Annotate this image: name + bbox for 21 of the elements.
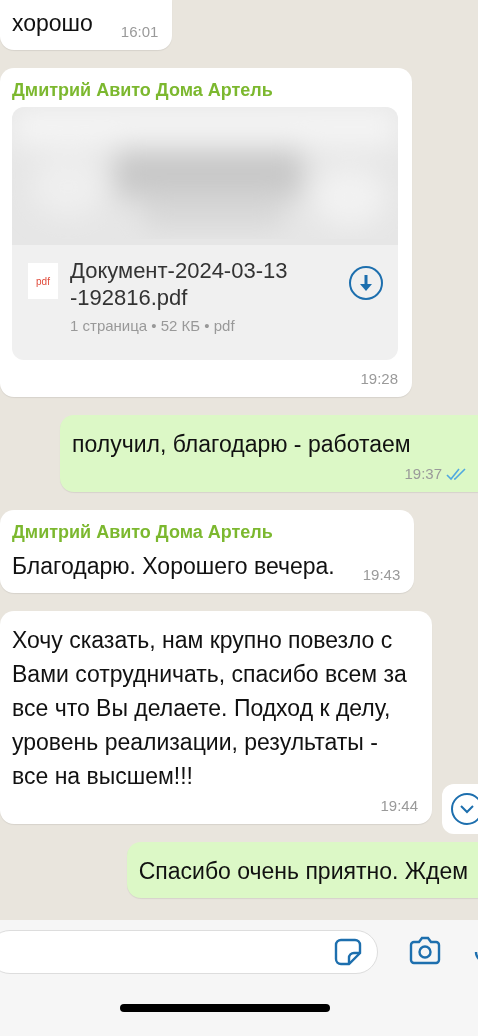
file-name: Документ-2024-03-13 -192816.pdf (70, 257, 289, 311)
message-time: 19:43 (362, 566, 401, 583)
file-meta: 1 страница • 52 КБ • pdf (70, 317, 236, 334)
message-text: Хочу сказать, нам крупно повезло с Вами сотрудничать, спасибо всем за все что Вы делаете. Подход к делу, уровень реализации, результаты - все на высшем!!! (12, 626, 408, 791)
download-icon[interactable] (348, 265, 384, 301)
message-time: 19:44 (380, 797, 418, 814)
message-text: Благодарю. Хорошего вечера. (12, 552, 335, 581)
message-time: 19:37 (404, 465, 442, 482)
chevron-down-icon (450, 792, 478, 826)
message-time: 16:01 (120, 23, 159, 40)
message-text: получил, благодарю - работаем (72, 430, 411, 459)
camera-icon[interactable] (408, 936, 442, 966)
message-time: 19:28 (360, 370, 398, 387)
message-text: хорошо (12, 9, 93, 38)
message-text: Спасибо очень приятно. Ждем (138, 857, 468, 886)
sender-name: Дмитрий Авито Дома Артель (12, 80, 274, 101)
sender-name: Дмитрий Авито Дома Артель (12, 522, 274, 543)
pdf-file-icon: pdf (28, 263, 58, 299)
document-card[interactable]: pdf Документ-2024-03-13 -192816.pdf 1 страница • 52 КБ • pdf (12, 245, 398, 360)
sticker-icon[interactable] (333, 937, 363, 967)
message-input-field[interactable] (0, 930, 378, 974)
